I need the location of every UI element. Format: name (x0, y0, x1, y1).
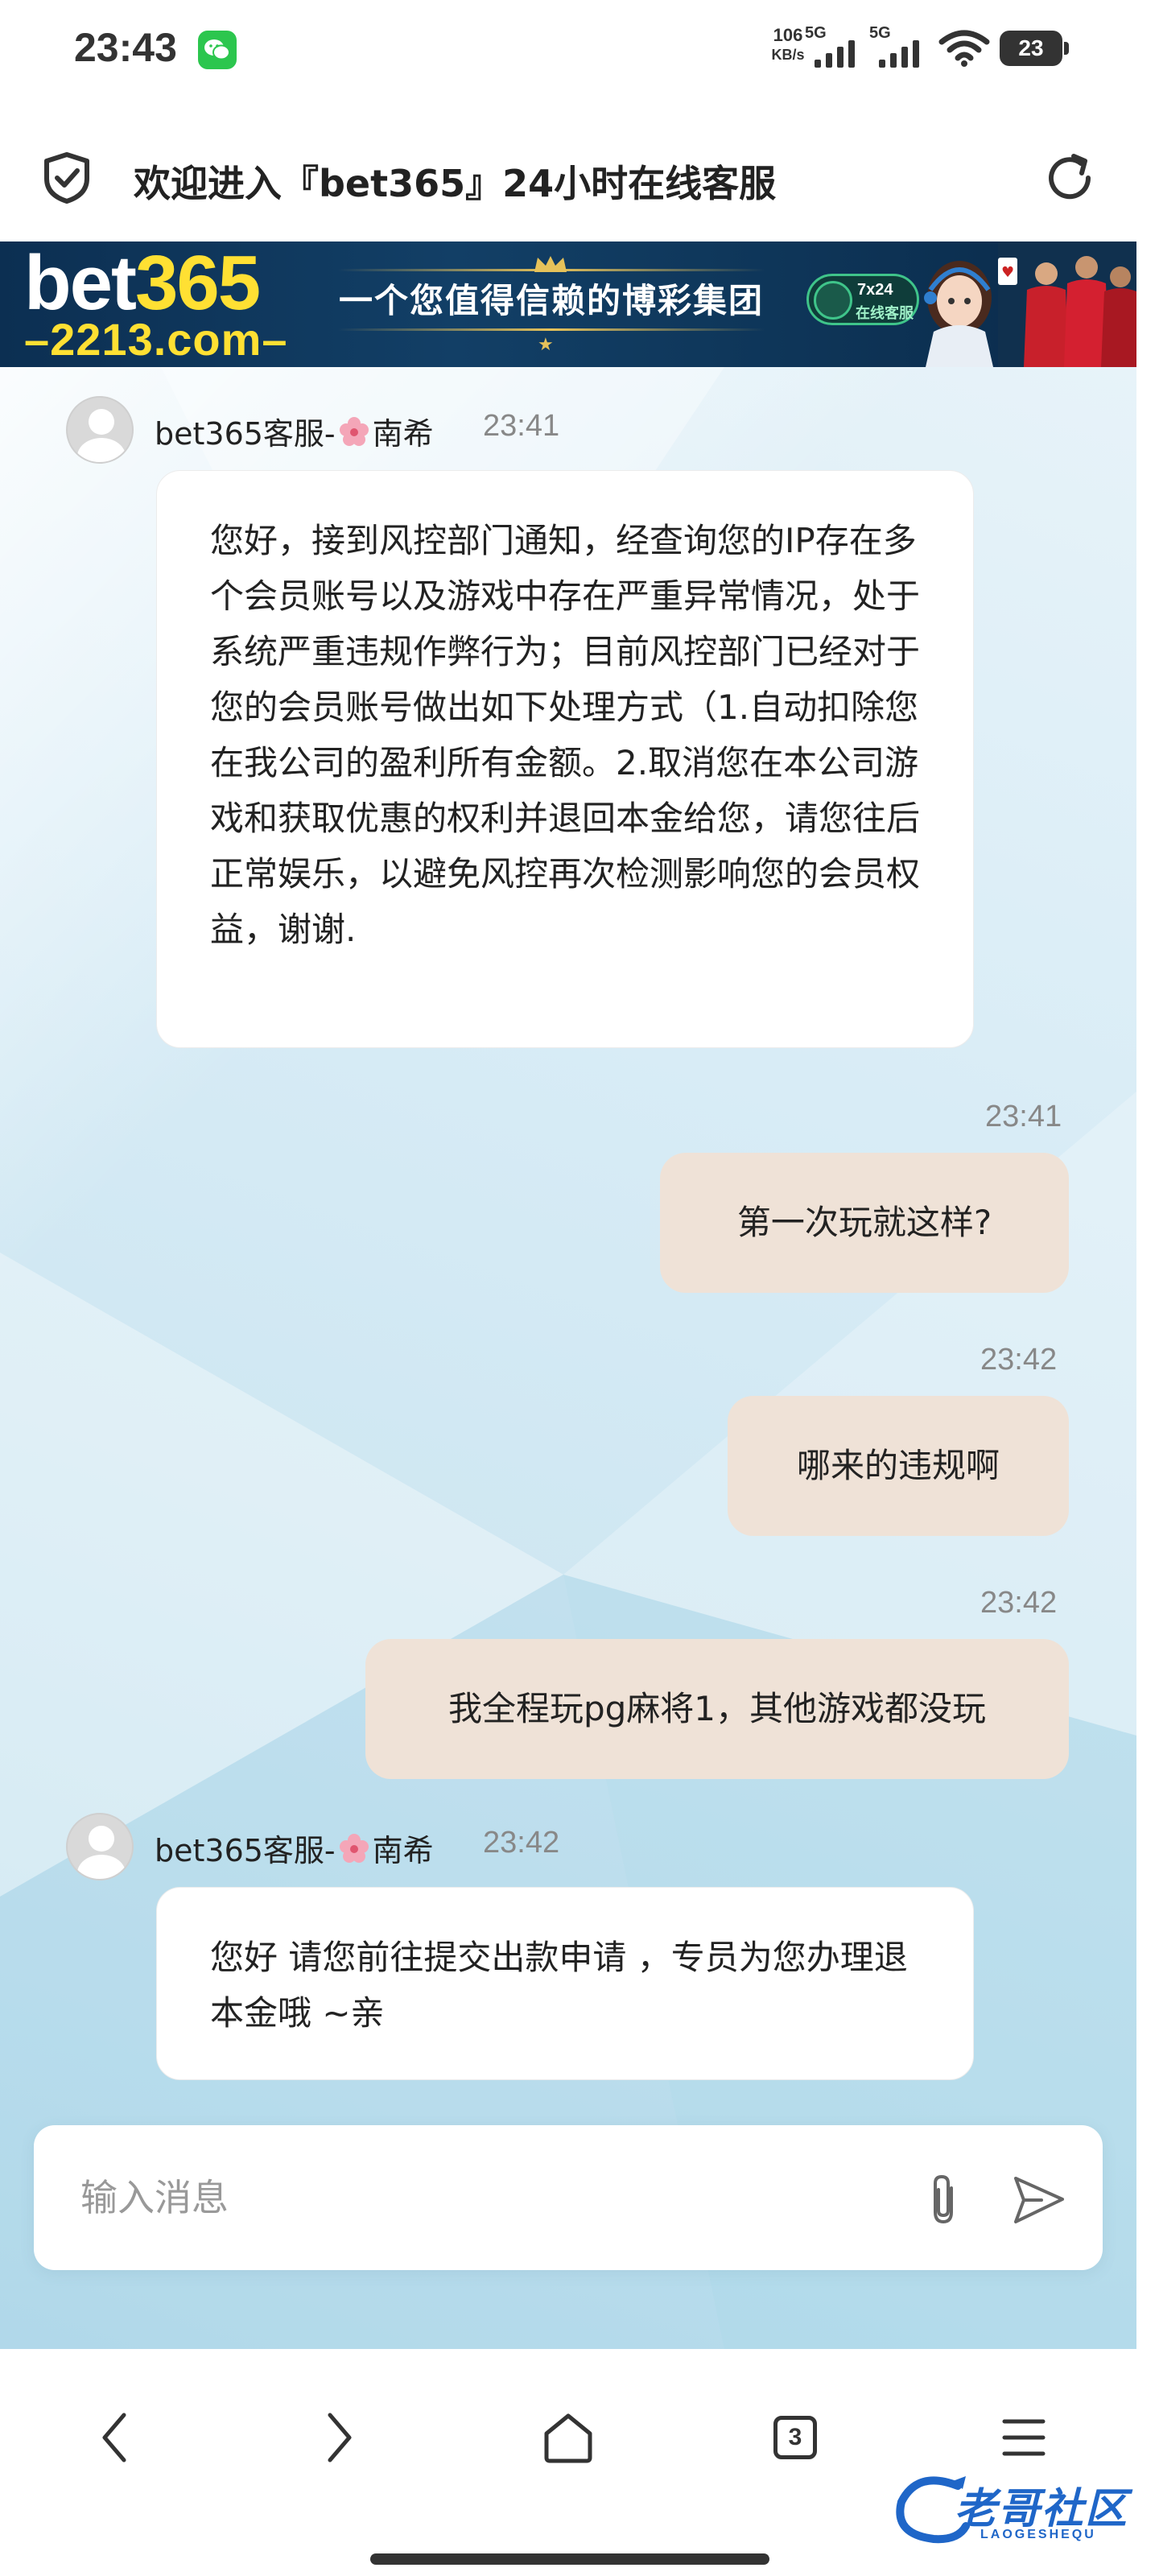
slogan-rule (338, 328, 765, 331)
menu-button[interactable] (984, 2397, 1064, 2478)
message-time: 23:41 (985, 1100, 1062, 1133)
menu-icon (1002, 2419, 1046, 2456)
reload-icon[interactable] (1041, 150, 1098, 206)
message-bubble-user: 我全程玩pg麻将1，其他游戏都没玩 (365, 1639, 1069, 1779)
back-button[interactable] (74, 2397, 155, 2478)
agent-name: bet365客服- 南希 (155, 416, 434, 452)
message-time: 23:42 (980, 1586, 1058, 1620)
agent-name: bet365客服- 南希 (155, 1833, 434, 1868)
message-input[interactable] (80, 2165, 805, 2230)
signal-icon: 5G (805, 24, 858, 69)
message-time: 23:42 (980, 1343, 1058, 1377)
page-header: 欢迎进入『bet365』24小时在线客服 (0, 113, 1159, 242)
flower-icon (339, 416, 369, 446)
paperclip-icon[interactable] (919, 2170, 967, 2228)
message-composer (34, 2125, 1103, 2270)
banner-logo-domain: –2213.com– (24, 314, 288, 365)
status-bar: 23:43 106 KB/s 5G 5G 23 (0, 0, 1159, 103)
page-title: 欢迎进入『bet365』24小时在线客服 (134, 162, 777, 205)
send-icon[interactable] (1009, 2174, 1067, 2227)
message-time: 23:41 (483, 409, 560, 443)
wechat-icon (198, 31, 237, 69)
chevron-left-icon (102, 2413, 126, 2462)
chat-area[interactable]: bet365客服- 南希 23:41 您好，接到风控部门通知，经查询您的IP存在… (0, 367, 1136, 2349)
tabs-button[interactable]: 3 (755, 2397, 835, 2478)
flower-icon (339, 1833, 369, 1863)
home-indicator[interactable] (370, 2553, 769, 2565)
banner-logo: bet365 (24, 242, 261, 326)
status-time: 23:43 (74, 25, 177, 70)
tabs-count: 3 (773, 2416, 817, 2459)
message-bubble-user: 哪来的违规啊 (728, 1396, 1069, 1536)
promo-banner[interactable]: bet365 –2213.com– 一个您值得信赖的博彩集团 ★ 7x24 在线… (0, 242, 1136, 367)
svg-text:♥: ♥ (1001, 264, 1014, 281)
avatar[interactable] (66, 1813, 134, 1880)
headset-icon (814, 281, 852, 320)
signal-icon-2: 5G (869, 24, 922, 69)
home-button[interactable] (528, 2397, 608, 2478)
slogan-rule (338, 269, 765, 271)
battery-indicator: 23 (1000, 31, 1069, 66)
banner-slogan: 一个您值得信赖的博彩集团 (338, 281, 764, 320)
forward-button[interactable] (299, 2397, 380, 2478)
shield-check-icon[interactable] (42, 151, 92, 204)
players-illustration: ♥ (998, 242, 1136, 367)
chevron-right-icon (328, 2413, 352, 2462)
message-time: 23:42 (483, 1826, 560, 1860)
avatar[interactable] (66, 396, 134, 464)
star-icon: ★ (538, 335, 554, 355)
service-girl-illustration (924, 261, 993, 367)
message-bubble-user: 第一次玩就这样? (660, 1153, 1069, 1293)
watermark-logo: 老哥社区 LAOGESHEQU (885, 2470, 1151, 2558)
message-bubble-agent: 您好 请您前往提交出款申请 ，专员为您办理退本金哦 ~亲 (156, 1887, 974, 2080)
message-bubble-agent: 您好，接到风控部门通知，经查询您的IP存在多个会员账号以及游戏中存在严重异常情况… (156, 470, 974, 1048)
wifi-icon (938, 30, 990, 67)
service-badge: 7x24 在线客服 (806, 274, 919, 325)
home-icon (544, 2413, 592, 2463)
browser-bottom-nav: 3 老哥社区 LAOGESHEQU (0, 2349, 1159, 2576)
